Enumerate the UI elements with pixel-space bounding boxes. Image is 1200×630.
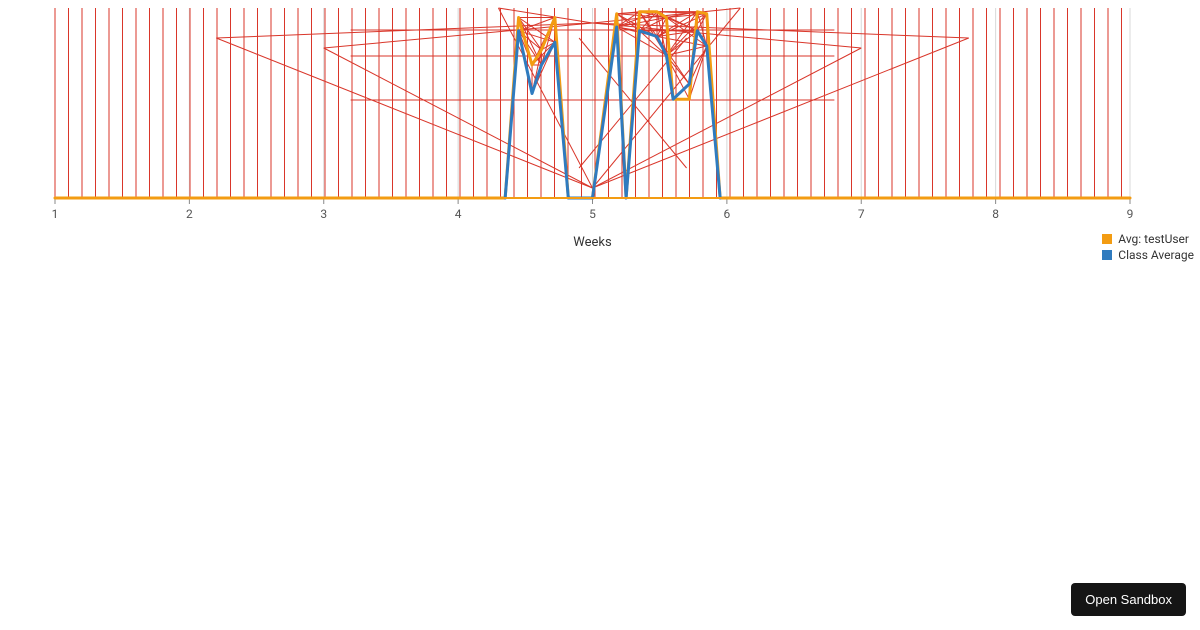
weeks-line-chart: 1 2 3 4 5 6 7 8 9 Weeks xyxy=(0,0,1200,260)
legend-label: Avg: testUser xyxy=(1118,232,1189,246)
legend-label: Class Average xyxy=(1118,248,1194,262)
svg-text:Weeks: Weeks xyxy=(573,235,612,250)
svg-text:6: 6 xyxy=(724,207,731,221)
svg-text:9: 9 xyxy=(1127,207,1134,221)
legend: Avg: testUser Class Average xyxy=(1102,230,1194,262)
legend-swatch xyxy=(1102,234,1112,244)
svg-text:3: 3 xyxy=(320,207,327,221)
svg-text:1: 1 xyxy=(52,207,59,221)
svg-text:4: 4 xyxy=(455,207,462,221)
chart-svg: 1 2 3 4 5 6 7 8 9 Weeks xyxy=(0,0,1200,260)
legend-entry: Class Average xyxy=(1102,248,1194,262)
svg-text:2: 2 xyxy=(186,207,193,221)
legend-swatch xyxy=(1102,250,1112,260)
svg-text:8: 8 xyxy=(992,207,999,221)
svg-text:5: 5 xyxy=(589,207,596,221)
svg-text:7: 7 xyxy=(858,207,865,221)
open-sandbox-button[interactable]: Open Sandbox xyxy=(1071,583,1186,616)
legend-entry: Avg: testUser xyxy=(1102,232,1194,246)
